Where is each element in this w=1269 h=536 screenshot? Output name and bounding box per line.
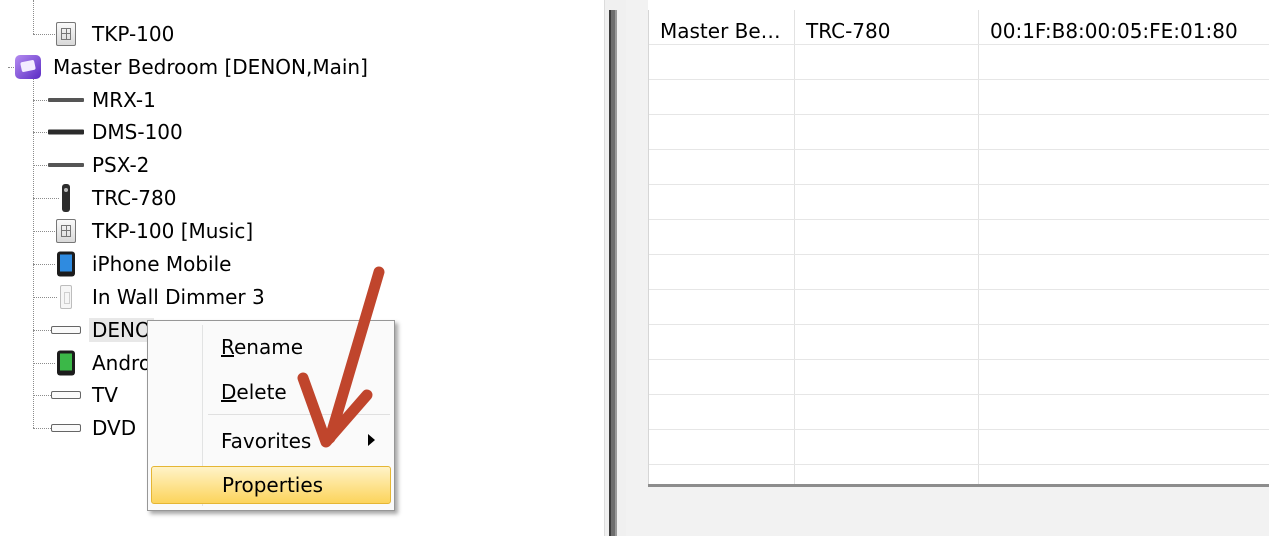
android-icon — [57, 350, 75, 376]
tree-item-master-bedroom[interactable]: Master Bedroom [DENON,Main] — [0, 51, 371, 83]
room-icon — [15, 55, 41, 79]
tree-item-tkp-100-music[interactable]: TKP-100 [Music] — [0, 215, 256, 247]
context-menu[interactable]: Rename Delete Favorites Properties — [147, 320, 395, 511]
tree-item-label: TRC-780 — [92, 186, 177, 210]
cell-mac-address: 00:1F:B8:00:05:FE:01:80 — [990, 19, 1238, 43]
tree-item-trc-780[interactable]: TRC-780 — [0, 182, 179, 214]
table-row-empty[interactable] — [649, 395, 1269, 430]
tree-item-iphone-mobile[interactable]: iPhone Mobile — [0, 248, 234, 280]
tree-item-denon[interactable]: DENO — [0, 314, 154, 346]
table-row-empty[interactable] — [649, 150, 1269, 185]
table-row-empty[interactable] — [649, 430, 1269, 465]
tree-item-label: iPhone Mobile — [92, 252, 232, 276]
tree-branch — [33, 428, 51, 429]
keypad-icon — [56, 219, 76, 243]
tree-item-mrx-1[interactable]: MRX-1 — [0, 84, 159, 116]
vcr-icon — [51, 326, 81, 334]
menu-item-text: ename — [234, 335, 304, 359]
tree-item-label: MRX-1 — [92, 88, 156, 112]
tree-branch — [33, 363, 55, 364]
vcr-icon — [51, 424, 81, 432]
menu-item-delete[interactable]: Delete — [151, 373, 391, 411]
keypad-icon — [56, 22, 76, 46]
tree-item-label: DENO — [89, 318, 154, 342]
tree-branch — [33, 330, 51, 331]
table-row-empty[interactable] — [649, 80, 1269, 115]
tree-item-label: DVD — [92, 416, 137, 440]
tree-branch — [33, 165, 47, 166]
tree-item-dvd[interactable]: DVD — [0, 412, 139, 444]
menu-separator — [208, 414, 390, 415]
tree-branch — [33, 198, 59, 199]
tree-item-psx-2[interactable]: PSX-2 — [0, 149, 152, 181]
accelerator-key: D — [221, 380, 237, 404]
receiver-icon — [48, 98, 84, 102]
tree-item-label: In Wall Dimmer 3 — [92, 285, 265, 309]
table-row-empty[interactable] — [649, 255, 1269, 290]
tree-item-in-wall-dimmer-3[interactable]: In Wall Dimmer 3 — [0, 281, 268, 313]
menu-item-label: Favorites — [221, 429, 312, 453]
tree-branch — [33, 100, 47, 101]
table-row-empty[interactable] — [649, 465, 1269, 484]
tree-item-label: DMS-100 — [92, 120, 183, 144]
menu-item-properties[interactable]: Properties — [151, 466, 391, 504]
pane-splitter[interactable] — [604, 0, 626, 536]
iphone-icon — [57, 251, 75, 277]
table-row-empty[interactable] — [649, 45, 1269, 80]
tree-item-label: TKP-100 [Music] — [92, 219, 254, 243]
menu-item-label: Properties — [222, 473, 324, 497]
menu-item-rename[interactable]: Rename — [151, 328, 391, 366]
menu-item-text: elete — [236, 380, 287, 404]
processor-icon — [48, 163, 84, 167]
table-row-empty[interactable] — [649, 220, 1269, 255]
dimmer-icon — [60, 285, 72, 309]
table-row-empty[interactable] — [649, 360, 1269, 395]
cell-model: TRC-780 — [806, 19, 891, 43]
splitter-grip[interactable] — [609, 10, 617, 536]
vcr-icon — [51, 391, 81, 399]
tree-branch — [33, 231, 55, 232]
table-row-empty[interactable] — [649, 115, 1269, 150]
tree-branch — [33, 264, 55, 265]
table-row-empty[interactable] — [649, 185, 1269, 220]
tree-item-tv[interactable]: TV — [0, 379, 121, 411]
media-server-icon — [48, 129, 84, 135]
menu-item-label: Rename — [221, 335, 303, 359]
table-row-empty[interactable] — [649, 290, 1269, 325]
tree-branch — [33, 34, 55, 35]
accelerator-key: R — [221, 335, 234, 359]
menu-item-label: Delete — [221, 380, 287, 404]
tree-branch — [33, 395, 51, 396]
table-row-empty[interactable] — [649, 325, 1269, 360]
tree-item-label: TV — [92, 383, 118, 407]
device-grid[interactable]: Master Be… TRC-780 00:1F:B8:00:05:FE:01:… — [648, 10, 1269, 484]
tree-item-label: Andro — [92, 351, 152, 375]
tree-item-tkp-100[interactable]: TKP-100 — [0, 18, 177, 50]
bottom-panel — [648, 487, 1269, 536]
tree-branch — [33, 297, 57, 298]
submenu-arrow-icon — [368, 434, 375, 446]
tree-item-label: Master Bedroom [DENON,Main] — [53, 55, 368, 79]
tree-item-dms-100[interactable]: DMS-100 — [0, 116, 186, 148]
tree-item-label: PSX-2 — [92, 153, 150, 177]
tree-item-label: TKP-100 — [92, 22, 175, 46]
table-row[interactable]: Master Be… TRC-780 00:1F:B8:00:05:FE:01:… — [649, 10, 1269, 45]
menu-item-favorites[interactable]: Favorites — [151, 422, 391, 460]
cell-name: Master Be… — [660, 19, 781, 43]
remote-icon — [62, 184, 70, 212]
grid-frame — [626, 0, 648, 536]
tree-item-android[interactable]: Andro — [0, 347, 154, 379]
tree-branch — [33, 132, 47, 133]
